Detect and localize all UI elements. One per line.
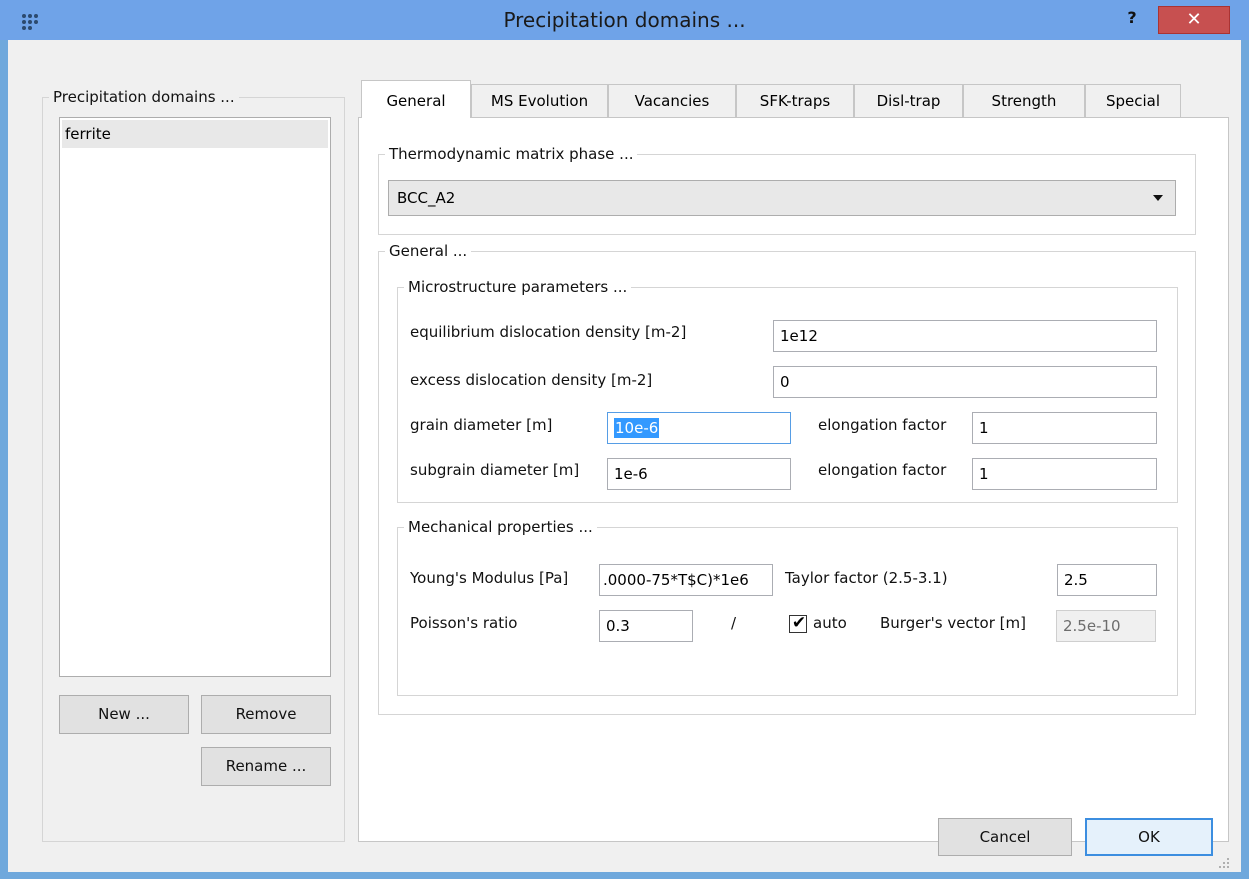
tab-ms-evolution[interactable]: MS Evolution [471,84,608,117]
window-title: Precipitation domains ... [503,8,746,32]
tab-special[interactable]: Special [1085,84,1181,117]
new-button[interactable]: New ... [59,695,189,734]
auto-checkbox[interactable]: ✔ [789,613,807,633]
burgers-vector-field: 2.5e-10 [1056,610,1156,642]
tab-disl-trap[interactable]: Disl-trap [854,84,963,117]
mechanical-properties-group: Mechanical properties ... [397,518,1178,696]
equilibrium-dislocation-field[interactable]: 1e12 [773,320,1157,352]
ok-button[interactable]: OK [1085,818,1213,856]
general-group-title: General ... [389,242,468,260]
grain-diameter-value: 10e-6 [614,418,660,438]
subgrain-elongation-field[interactable]: 1 [972,458,1157,490]
remove-button[interactable]: Remove [201,695,331,734]
youngs-modulus-label: Young's Modulus [Pa] [410,569,569,587]
resize-grip[interactable] [1217,856,1231,870]
rename-button[interactable]: Rename ... [201,747,331,786]
excess-dislocation-field[interactable]: 0 [773,366,1157,398]
tab-strength[interactable]: Strength [963,84,1085,117]
precipitation-domains-group-title: Precipitation domains ... [53,88,235,106]
dialog-client-area: Precipitation domains ... ferrite New ..… [8,40,1241,872]
list-item-ferrite[interactable]: ferrite [62,120,328,148]
grain-diameter-field[interactable]: 10e-6 [607,412,791,444]
checkmark-icon: ✔ [791,613,807,633]
tab-general[interactable]: General [361,80,471,118]
taylor-factor-field[interactable]: 2.5 [1057,564,1157,596]
subgrain-diameter-field[interactable]: 1e-6 [607,458,791,490]
tab-sfk-traps[interactable]: SFK-traps [736,84,854,117]
slash-separator: / [731,614,737,632]
subgrain-elongation-label: elongation factor [818,461,947,479]
matrix-phase-value: BCC_A2 [397,189,456,207]
tab-vacancies[interactable]: Vacancies [608,84,736,117]
grain-diameter-label: grain diameter [m] [410,416,553,434]
auto-checkbox-label: auto [813,614,847,632]
equilibrium-dislocation-label: equilibrium dislocation density [m-2] [410,323,687,341]
grain-elongation-label: elongation factor [818,416,947,434]
poissons-ratio-label: Poisson's ratio [410,614,518,632]
title-bar[interactable]: Precipitation domains ... ? ✕ [0,0,1249,40]
grain-elongation-field[interactable]: 1 [972,412,1157,444]
help-button[interactable]: ? [1112,6,1152,30]
microstructure-group-title: Microstructure parameters ... [408,278,628,296]
poissons-ratio-field[interactable]: 0.3 [599,610,693,642]
cancel-button[interactable]: Cancel [938,818,1072,856]
mechanical-properties-group-title: Mechanical properties ... [408,518,593,536]
matrix-phase-group-title: Thermodynamic matrix phase ... [389,145,634,163]
domains-list[interactable]: ferrite [59,117,331,677]
taylor-factor-label: Taylor factor (2.5-3.1) [785,569,948,587]
matrix-phase-select[interactable]: BCC_A2 [388,180,1176,216]
youngs-modulus-field[interactable]: .0000-75*T$C)*1e6 [599,564,773,596]
chevron-down-icon [1153,195,1163,201]
subgrain-diameter-label: subgrain diameter [m] [410,461,580,479]
close-button[interactable]: ✕ [1158,6,1230,34]
burgers-vector-label: Burger's vector [m] [880,614,1026,632]
tab-panel-general: Thermodynamic matrix phase ... BCC_A2 Ge… [358,117,1229,842]
excess-dislocation-label: excess dislocation density [m-2] [410,371,653,389]
